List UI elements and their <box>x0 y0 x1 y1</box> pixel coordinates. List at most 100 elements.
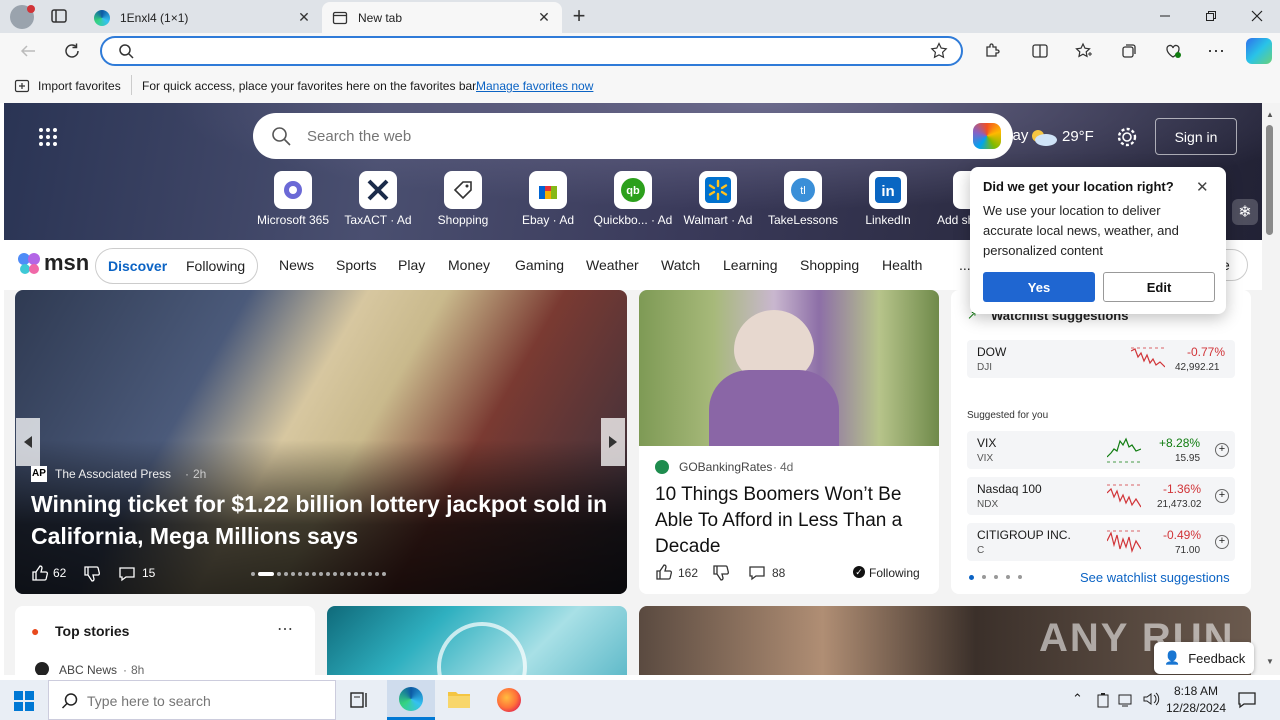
address-bar[interactable] <box>100 36 963 66</box>
web-search-box[interactable] <box>253 113 1013 159</box>
comment-icon[interactable] <box>118 565 136 583</box>
quick-link-quickbooks[interactable]: qb Quickbo... · Ad <box>593 171 673 227</box>
main-story-card[interactable]: AP The Associated Press · 2h Winning tic… <box>15 290 627 594</box>
watchlist-pager-dots[interactable] <box>969 575 1025 581</box>
main-story-headline[interactable]: Winning ticket for $1.22 billion lottery… <box>31 488 621 552</box>
add-to-watchlist-icon[interactable]: + <box>1215 535 1229 549</box>
show-hidden-icons-icon[interactable]: ⌃ <box>1072 691 1083 707</box>
feedback-button[interactable]: 👤 Feedback <box>1154 642 1254 674</box>
quick-link-shopping[interactable]: Shopping <box>423 171 503 227</box>
volume-icon[interactable] <box>1142 691 1160 707</box>
close-window-button[interactable] <box>1234 0 1280 32</box>
quick-link-ebay[interactable]: Ebay · Ad <box>508 171 588 227</box>
favorite-star-icon[interactable] <box>930 42 948 60</box>
carousel-dots[interactable] <box>251 572 411 578</box>
nav-play[interactable]: Play <box>398 257 425 273</box>
taskbar-edge-button[interactable] <box>387 680 435 720</box>
taskbar-search-input[interactable] <box>87 691 327 711</box>
network-icon[interactable] <box>1118 692 1136 708</box>
stock-row-citigroup[interactable]: CITIGROUP INC. C -0.49% 71.00 + <box>967 523 1235 561</box>
nav-health[interactable]: Health <box>882 257 922 273</box>
quick-link-takelessons[interactable]: tl TakeLessons <box>763 171 843 227</box>
scrollbar-thumb[interactable] <box>1266 125 1273 235</box>
sign-in-button[interactable]: Sign in <box>1155 118 1237 155</box>
copilot-search-icon[interactable] <box>973 123 1001 149</box>
close-icon[interactable]: ✕ <box>1196 178 1209 196</box>
taskbar-search-box[interactable] <box>48 680 336 720</box>
thumbs-down-icon[interactable] <box>83 565 101 583</box>
tab-actions-icon[interactable] <box>50 8 68 24</box>
apps-launcher-icon[interactable] <box>38 127 58 147</box>
quick-link-add-shortcut[interactable]: Add sh <box>933 171 973 227</box>
clock-time[interactable]: 8:18 AM <box>1170 684 1222 698</box>
add-to-watchlist-icon[interactable]: + <box>1215 443 1229 457</box>
collections-icon[interactable] <box>1117 39 1141 63</box>
browser-essentials-icon[interactable] <box>1161 39 1185 63</box>
quick-link-taxact[interactable]: TaxACT · Ad <box>338 171 418 227</box>
nav-more[interactable]: ... <box>959 257 971 273</box>
windows-start-icon[interactable] <box>14 691 34 711</box>
stock-row-vix[interactable]: VIX VIX +8.28% 15.95 + <box>967 431 1235 469</box>
nav-learning[interactable]: Learning <box>723 257 778 273</box>
new-tab-plus-icon[interactable]: + <box>568 5 590 28</box>
web-search-input[interactable] <box>307 125 907 147</box>
edit-button[interactable]: Edit <box>1103 272 1215 302</box>
battery-icon[interactable] <box>1096 692 1110 708</box>
carousel-prev-icon[interactable] <box>16 418 40 466</box>
temperature[interactable]: 29°F <box>1062 128 1094 145</box>
carousel-next-icon[interactable] <box>601 418 625 466</box>
copilot-icon[interactable] <box>1246 38 1272 64</box>
manage-favorites-link[interactable]: Manage favorites now <box>476 79 593 93</box>
background-theme-icon[interactable]: ❄ <box>1232 199 1258 225</box>
import-favorites-button[interactable]: Import favorites <box>38 79 121 93</box>
back-arrow-icon[interactable] <box>16 39 40 63</box>
settings-gear-icon[interactable] <box>1116 126 1138 148</box>
profile-avatar[interactable] <box>10 5 35 29</box>
extensions-icon[interactable] <box>980 39 1004 63</box>
nav-shopping[interactable]: Shopping <box>800 257 859 273</box>
second-story-headline[interactable]: 10 Things Boomers Won’t Be Able To Affor… <box>655 482 931 560</box>
following-tab[interactable]: Following <box>186 258 245 274</box>
split-screen-icon[interactable] <box>1028 39 1052 63</box>
close-tab-icon[interactable]: ✕ <box>536 9 552 26</box>
minimize-button[interactable] <box>1142 0 1188 32</box>
tab-new-tab[interactable]: New tab ✕ <box>322 2 562 33</box>
more-options-icon[interactable]: ⋯ <box>277 619 293 639</box>
restore-button[interactable] <box>1188 0 1234 32</box>
notifications-icon[interactable] <box>1238 691 1256 709</box>
thumbs-up-icon[interactable] <box>655 563 673 581</box>
nav-gaming[interactable]: Gaming <box>515 257 564 273</box>
address-input[interactable] <box>140 41 920 61</box>
scroll-up-icon[interactable]: ▲ <box>1266 110 1274 119</box>
firefox-icon[interactable] <box>497 688 521 712</box>
see-watchlist-link[interactable]: See watchlist suggestions <box>1080 570 1230 585</box>
thumbs-down-icon[interactable] <box>712 564 730 582</box>
add-to-watchlist-icon[interactable]: + <box>1215 489 1229 503</box>
scroll-down-icon[interactable]: ▼ <box>1266 657 1274 666</box>
following-label[interactable]: Following <box>869 566 920 580</box>
quick-link-linkedin[interactable]: in LinkedIn <box>848 171 928 227</box>
nav-sports[interactable]: Sports <box>336 257 376 273</box>
msn-logo-text[interactable]: msn <box>44 250 89 276</box>
nav-weather[interactable]: Weather <box>586 257 639 273</box>
comment-icon[interactable] <box>748 564 766 582</box>
more-options-icon[interactable]: ⋯ <box>1204 39 1228 63</box>
yes-button[interactable]: Yes <box>983 272 1095 302</box>
nav-money[interactable]: Money <box>448 257 490 273</box>
favorites-icon[interactable] <box>1072 39 1096 63</box>
discover-tab[interactable]: Discover <box>108 258 167 274</box>
second-story-card[interactable]: GOBankingRates · 4d 10 Things Boomers Wo… <box>639 290 939 594</box>
quick-link-microsoft-365[interactable]: Microsoft 365 <box>253 171 333 227</box>
stock-row-nasdaq[interactable]: Nasdaq 100 NDX -1.36% 21,473.02 + <box>967 477 1235 515</box>
thumbs-up-icon[interactable] <box>31 564 49 582</box>
shopping-image-card[interactable] <box>327 606 627 675</box>
refresh-icon[interactable] <box>60 39 84 63</box>
quick-link-walmart[interactable]: Walmart · Ad <box>678 171 758 227</box>
nav-watch[interactable]: Watch <box>661 257 700 273</box>
nav-news[interactable]: News <box>279 257 314 273</box>
close-tab-icon[interactable]: ✕ <box>296 9 312 26</box>
file-explorer-icon[interactable] <box>447 688 471 710</box>
page-scrollbar[interactable]: ▲ ▼ <box>1262 103 1280 675</box>
tab-1enxl4[interactable]: 1Enxl4 (1×1) ✕ <box>84 2 322 33</box>
clock-date[interactable]: 12/28/2024 <box>1164 701 1228 715</box>
